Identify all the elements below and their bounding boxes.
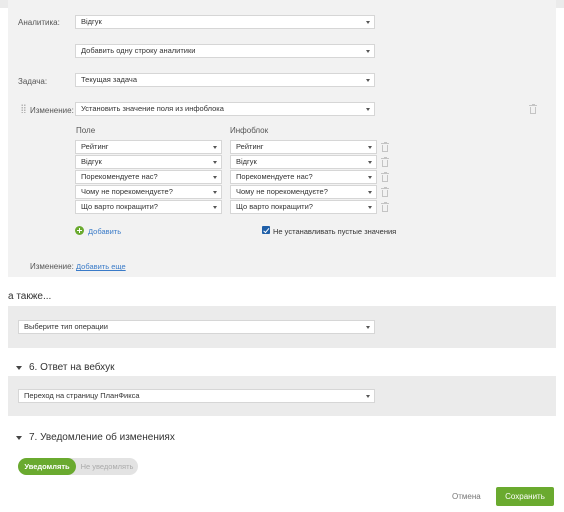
chevron-down-icon (368, 206, 372, 209)
field-select-value: Порекомендуете нас? (81, 172, 158, 181)
infoblock-select-value: Відгук (236, 157, 257, 166)
chevron-down-icon (366, 21, 370, 24)
column-header-infoblock: Инфоблок (230, 126, 269, 135)
task-label: Задача: (18, 77, 48, 86)
webhook-response-select[interactable]: Переход на страницу ПланФикса (18, 389, 375, 403)
webhook-heading: 6. Ответ на вебхук (29, 362, 115, 373)
field-select[interactable]: Що варто покращити? (75, 200, 222, 214)
also-heading: а также... (8, 291, 52, 302)
add-analytics-row-select[interactable]: Добавить одну строку аналитики (75, 44, 375, 58)
chevron-down-icon (368, 176, 372, 179)
infoblock-select[interactable]: Чому не порекомендуєте? (230, 185, 377, 199)
drag-handle-icon[interactable] (21, 104, 26, 113)
chevron-down-icon (366, 108, 370, 111)
infoblock-select-value: Рейтинг (236, 142, 264, 151)
delete-row-trash-icon[interactable] (381, 187, 389, 197)
field-select[interactable]: Рейтинг (75, 140, 222, 154)
chevron-down-icon (213, 206, 217, 209)
chevron-down-icon (368, 161, 372, 164)
task-select-value: Текущая задача (81, 75, 138, 84)
add-mapping-link[interactable]: Добавить (88, 227, 121, 236)
field-select-value: Що варто покращити? (81, 202, 158, 211)
skip-empty-label: Не устанавливать пустые значения (273, 227, 397, 236)
change-more-label: Изменение: (30, 262, 74, 271)
field-select[interactable]: Відгук (75, 155, 222, 169)
field-select-value: Рейтинг (81, 142, 109, 151)
change-type-select[interactable]: Установить значение поля из инфоблока (75, 102, 375, 116)
analytics-label: Аналитика: (18, 18, 60, 27)
collapse-triangle-icon[interactable] (16, 436, 22, 440)
chevron-down-icon (368, 191, 372, 194)
infoblock-select[interactable]: Що варто покращити? (230, 200, 377, 214)
notify-off-option[interactable]: Не уведомлять (78, 458, 136, 475)
analytics-select[interactable]: Відгук (75, 15, 375, 29)
delete-change-trash-icon[interactable] (529, 104, 537, 114)
chevron-down-icon (366, 79, 370, 82)
chevron-down-icon (213, 191, 217, 194)
add-plus-icon[interactable] (75, 226, 84, 235)
delete-row-trash-icon[interactable] (381, 202, 389, 212)
notify-on-option[interactable]: Уведомлять (18, 458, 76, 475)
cancel-button[interactable]: Отмена (452, 492, 481, 501)
infoblock-select[interactable]: Відгук (230, 155, 377, 169)
add-analytics-row-value: Добавить одну строку аналитики (81, 46, 196, 55)
chevron-down-icon (213, 176, 217, 179)
infoblock-select[interactable]: Порекомендуете нас? (230, 170, 377, 184)
add-more-change-link[interactable]: Добавить еще (76, 262, 126, 271)
webhook-response-value: Переход на страницу ПланФикса (24, 391, 140, 400)
field-select[interactable]: Порекомендуете нас? (75, 170, 222, 184)
infoblock-select-value: Порекомендуете нас? (236, 172, 313, 181)
chevron-down-icon (213, 161, 217, 164)
infoblock-select-value: Що варто покращити? (236, 202, 313, 211)
task-select[interactable]: Текущая задача (75, 73, 375, 87)
chevron-down-icon (366, 326, 370, 329)
infoblock-select[interactable]: Рейтинг (230, 140, 377, 154)
save-button[interactable]: Сохранить (496, 487, 554, 506)
collapse-triangle-icon[interactable] (16, 366, 22, 370)
field-select[interactable]: Чому не порекомендуєте? (75, 185, 222, 199)
infoblock-select-value: Чому не порекомендуєте? (236, 187, 328, 196)
analytics-select-value: Відгук (81, 17, 102, 26)
operation-type-placeholder: Выберите тип операции (24, 322, 108, 331)
operation-type-select[interactable]: Выберите тип операции (18, 320, 375, 334)
change-label: Изменение: (30, 106, 74, 115)
chevron-down-icon (366, 395, 370, 398)
delete-row-trash-icon[interactable] (381, 157, 389, 167)
column-header-field: Поле (76, 126, 96, 135)
field-select-value: Відгук (81, 157, 102, 166)
notify-toggle[interactable]: Уведомлять Не уведомлять (18, 458, 138, 475)
delete-row-trash-icon[interactable] (381, 142, 389, 152)
skip-empty-checkbox[interactable] (262, 226, 270, 234)
field-select-value: Чому не порекомендуєте? (81, 187, 173, 196)
delete-row-trash-icon[interactable] (381, 172, 389, 182)
chevron-down-icon (213, 146, 217, 149)
chevron-down-icon (368, 146, 372, 149)
notify-heading: 7. Уведомление об изменениях (29, 432, 175, 443)
chevron-down-icon (366, 50, 370, 53)
change-type-value: Установить значение поля из инфоблока (81, 104, 224, 113)
